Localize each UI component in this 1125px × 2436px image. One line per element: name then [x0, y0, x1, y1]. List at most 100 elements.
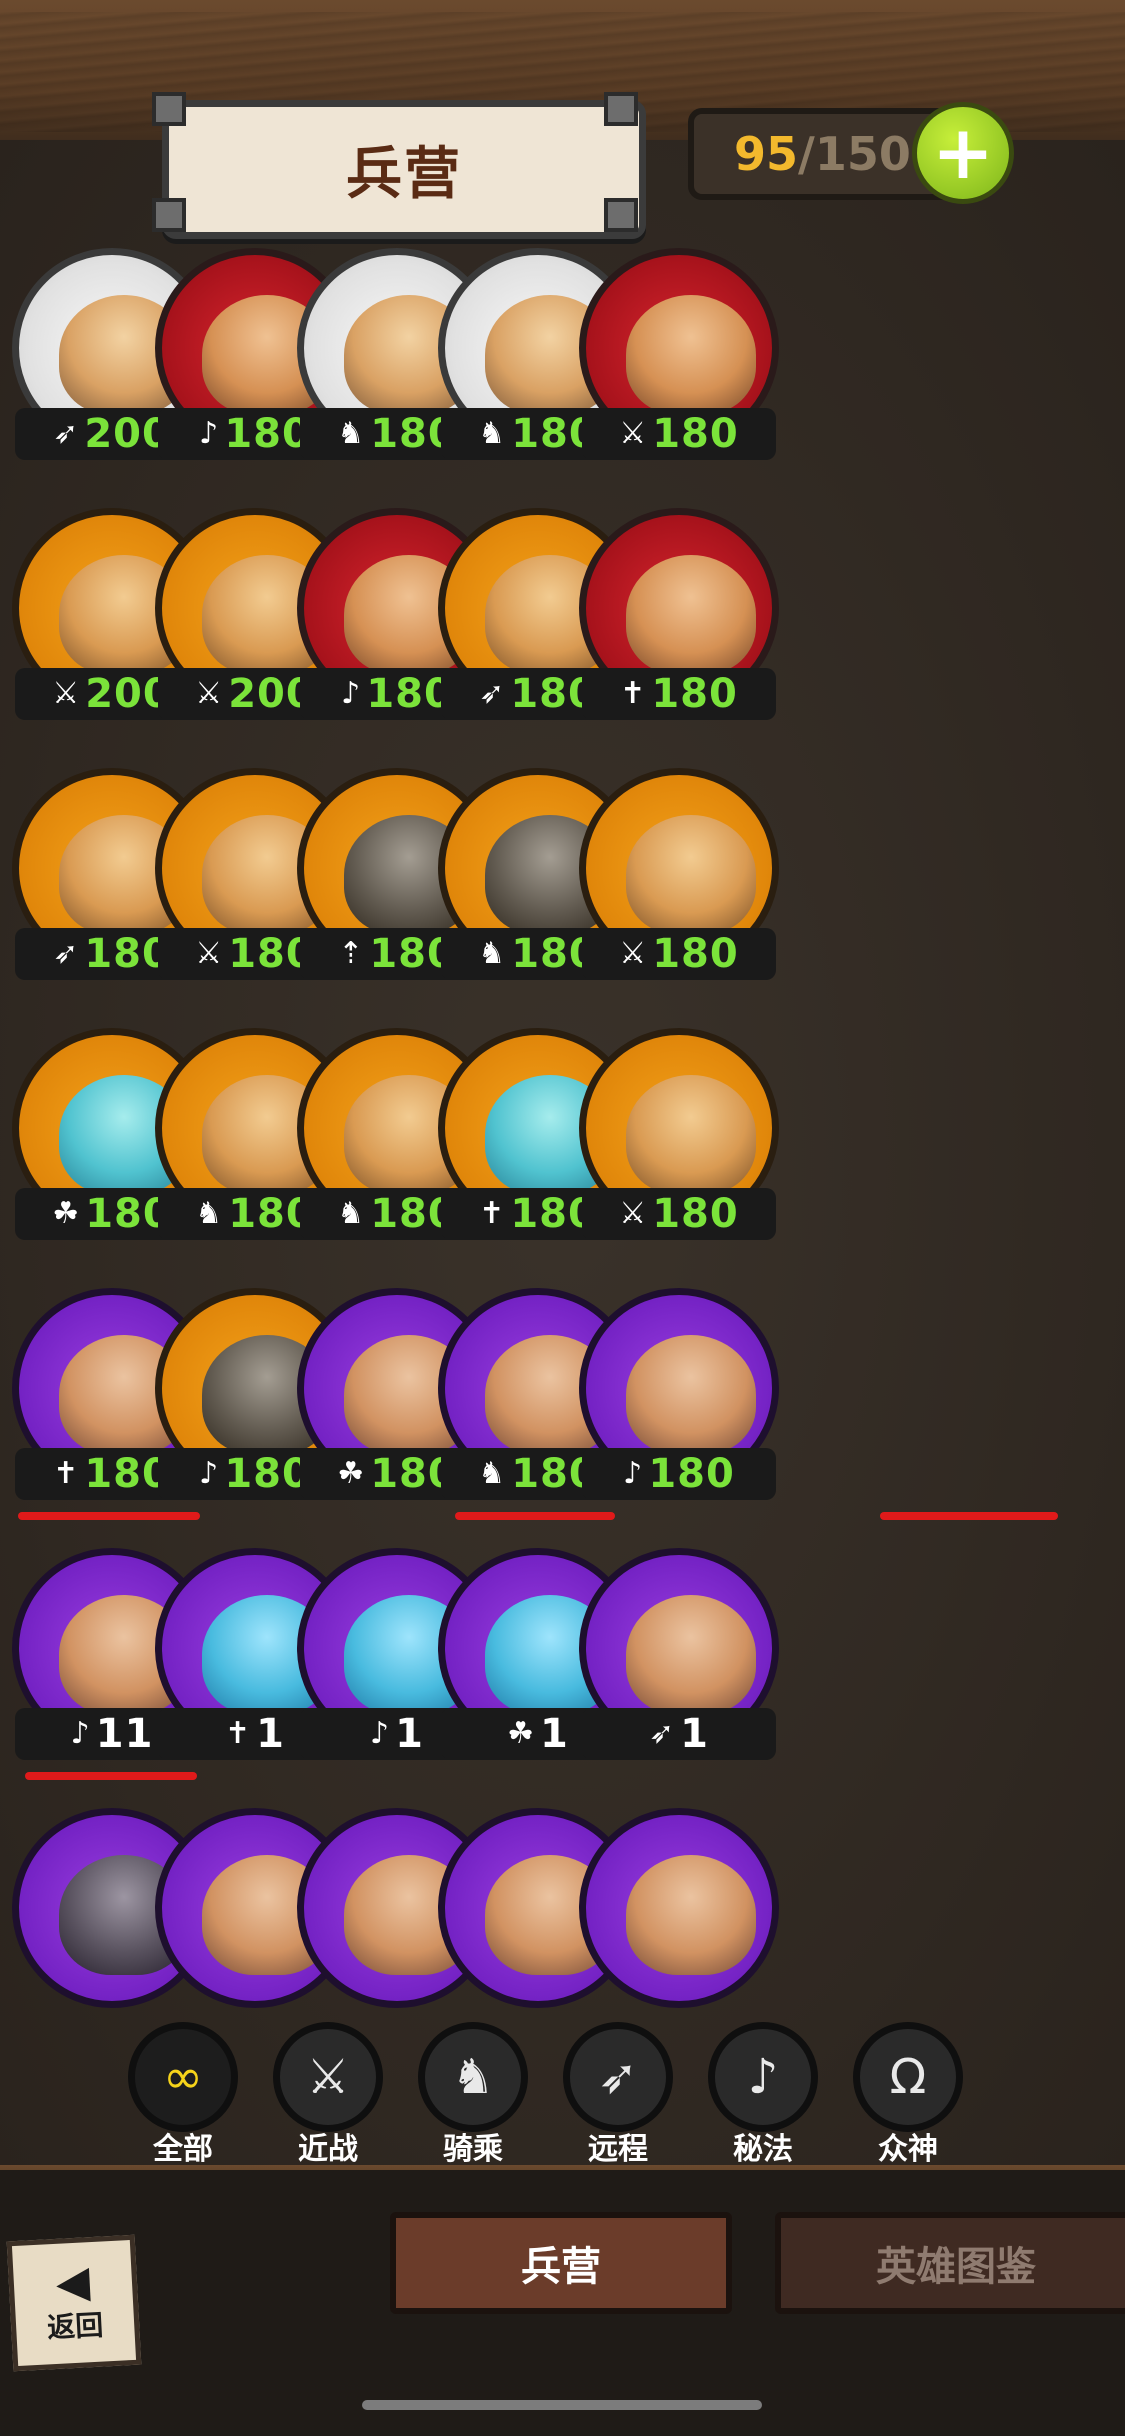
filter-label: 秘法	[733, 2132, 793, 2167]
home-indicator[interactable]	[362, 2400, 762, 2410]
mounted-icon: ♞	[195, 1196, 223, 1231]
title-corner-ornament	[152, 198, 186, 232]
troop-count-max: 150	[814, 127, 911, 181]
omega-icon: Ω	[889, 2049, 927, 2105]
unit-count: 11	[95, 1711, 154, 1757]
horse-icon: ♞	[451, 2049, 495, 2105]
tab-barracks[interactable]: 兵营	[390, 2212, 732, 2314]
troop-count-current: 95	[734, 127, 799, 181]
unit-portrait	[626, 1855, 756, 1975]
tab-hero-codex[interactable]: 英雄图鉴	[775, 2212, 1125, 2314]
filter-label: 远程	[588, 2132, 648, 2167]
title-corner-ornament	[604, 198, 638, 232]
unit-portrait	[626, 1335, 756, 1455]
magic-icon: ♪	[70, 1716, 90, 1751]
unit-count-badge: ⚔ 180	[582, 1188, 776, 1240]
filter-label: 众神	[878, 2132, 938, 2167]
annotation-underline	[25, 1772, 197, 1780]
mounted-icon: ♞	[337, 1196, 365, 1231]
mounted-icon: ♞	[337, 416, 365, 451]
unit-count-badge: ➶ 1	[582, 1708, 776, 1760]
melee-icon: ⚔	[195, 936, 223, 971]
unit-card[interactable]: ✝ 180	[574, 500, 784, 740]
back-label: 返回	[46, 2308, 105, 2345]
filter-horse-button[interactable]: ♞	[418, 2022, 528, 2132]
filter-sword-button[interactable]: ⚔	[273, 2022, 383, 2132]
melee-icon: ⚔	[619, 416, 647, 451]
unit-count: 1	[540, 1711, 569, 1757]
unit-count: 180	[651, 671, 738, 717]
unit-portrait	[626, 555, 756, 675]
unit-count: 180	[652, 411, 739, 457]
magic-icon: ♪	[341, 676, 361, 711]
filter-omega-button[interactable]: Ω	[853, 2022, 963, 2132]
unit-filter-bar: ∞ 全部 ⚔ 近战 ♞ 骑乘 ➶ 远程 ♪ 秘法 Ω 众神	[0, 2010, 1125, 2170]
beast-icon: ☘	[52, 1196, 80, 1231]
filter-label: 骑乘	[443, 2132, 503, 2167]
mounted-icon: ♞	[478, 1456, 506, 1491]
mounted-icon: ♞	[478, 936, 506, 971]
infinity-icon: ∞	[163, 2049, 203, 2105]
unit-card[interactable]: ⚔ 180	[574, 240, 784, 480]
unit-card[interactable]: ➶ 1	[574, 1540, 784, 1780]
unit-count-badge: ⚔ 180	[582, 928, 776, 980]
unit-portrait	[626, 1075, 756, 1195]
bow-icon: ➶	[597, 2049, 639, 2105]
tab-barracks-label: 兵营	[521, 2244, 601, 2290]
melee-icon: ⚔	[619, 936, 647, 971]
magic-icon: ♪	[199, 1456, 219, 1491]
unit-portrait	[626, 1595, 756, 1715]
page-title-plate: 兵营	[162, 100, 646, 239]
beast-icon: ☘	[337, 1456, 365, 1491]
page-title: 兵营	[346, 142, 462, 207]
unit-frame-purple	[579, 1808, 779, 2008]
filter-magic-button[interactable]: ♪	[708, 2022, 818, 2132]
melee-icon: ⚔	[52, 676, 80, 711]
unit-count: 180	[652, 931, 739, 977]
annotation-underline	[455, 1512, 615, 1520]
unit-card[interactable]: ⚔ 180	[574, 1020, 784, 1260]
melee-icon: ⚔	[195, 676, 223, 711]
unit-count: 180	[652, 1191, 739, 1237]
unit-card[interactable]: ♪ 180	[574, 1280, 784, 1520]
ranged-icon: ➶	[53, 416, 79, 451]
magic-icon: ♪	[199, 416, 219, 451]
magic-icon: ♪	[747, 2049, 779, 2105]
unit-card[interactable]: ⚔ 180	[574, 760, 784, 1000]
filter-infinity-button[interactable]: ∞	[128, 2022, 238, 2132]
annotation-underline	[880, 1512, 1058, 1520]
unit-count-badge: ♪ 180	[582, 1448, 776, 1500]
mounted-icon: ♞	[478, 416, 506, 451]
unit-portrait	[626, 295, 756, 415]
unit-count: 1	[256, 1711, 285, 1757]
melee-icon: ⚔	[619, 1196, 647, 1231]
troop-count-separator: /	[798, 127, 815, 181]
annotation-underline	[18, 1512, 200, 1520]
magic-icon: ♪	[623, 1456, 643, 1491]
ranged-icon: ➶	[53, 936, 79, 971]
filter-label: 全部	[153, 2132, 213, 2167]
divine-icon: ✝	[620, 676, 646, 711]
unit-count-badge: ✝ 180	[582, 668, 776, 720]
filter-bow-button[interactable]: ➶	[563, 2022, 673, 2132]
ranged-icon: ➶	[649, 1716, 675, 1751]
tab-hero-codex-label: 英雄图鉴	[876, 2244, 1036, 2290]
ranged-icon: ➶	[479, 676, 505, 711]
unit-portrait	[626, 815, 756, 935]
filter-label: 近战	[298, 2132, 358, 2167]
spear-icon: ⇡	[338, 936, 364, 971]
divine-icon: ✝	[225, 1716, 251, 1751]
title-corner-ornament	[604, 92, 638, 126]
unit-count: 1	[395, 1711, 424, 1757]
plus-icon: +	[931, 110, 994, 196]
sword-icon: ⚔	[306, 2049, 350, 2105]
unit-count: 180	[648, 1451, 735, 1497]
unit-card[interactable]	[574, 1800, 784, 2040]
magic-icon: ♪	[370, 1716, 390, 1751]
unit-count-badge: ⚔ 180	[582, 408, 776, 460]
divine-icon: ✝	[53, 1456, 79, 1491]
divine-icon: ✝	[479, 1196, 505, 1231]
add-capacity-button[interactable]: +	[912, 102, 1014, 204]
unit-count: 1	[680, 1711, 709, 1757]
back-button[interactable]: ◀ 返回	[6, 2234, 142, 2372]
